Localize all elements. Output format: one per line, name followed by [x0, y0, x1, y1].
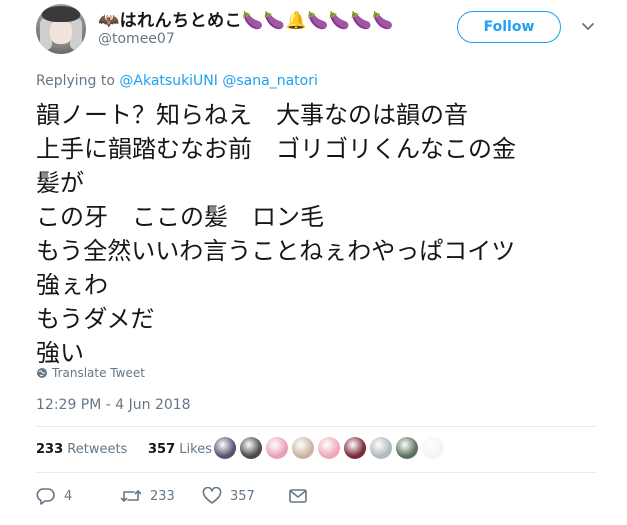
like-count: 357: [230, 488, 255, 504]
liker-avatar[interactable]: [214, 437, 236, 459]
mention-akatsukiuni[interactable]: @AkatsukiUNI: [119, 73, 218, 89]
tweet-line: 髪が: [36, 169, 84, 197]
chevron-down-icon[interactable]: [578, 16, 598, 36]
liker-avatars: [214, 437, 444, 459]
reply-icon: [36, 488, 55, 505]
liker-avatar[interactable]: [240, 437, 262, 459]
avatar[interactable]: [36, 4, 86, 54]
retweet-count: 233: [150, 488, 175, 504]
tweet-line: もう全然いいわ言うことねぇわやっぱコイツ: [36, 237, 516, 265]
author-handle[interactable]: @tomee07: [98, 31, 175, 47]
envelope-icon: [289, 489, 307, 503]
engagement-stats: 233 Retweets 357 Likes: [36, 442, 212, 457]
tweet-line: 強ぇわ: [36, 271, 108, 299]
tweet-line: 韻ノート？知らねえ 大事なのは韻の音: [36, 101, 468, 129]
likes-label: Likes: [179, 442, 212, 457]
tweet-line: 強い: [36, 339, 84, 367]
tweet-actions: 4 233 357: [36, 487, 308, 505]
liker-avatar[interactable]: [422, 437, 444, 459]
replying-to-label: Replying to: [36, 73, 115, 89]
likes-stat[interactable]: 357 Likes: [148, 442, 212, 457]
direct-message-button[interactable]: [288, 488, 308, 504]
retweets-count: 233: [36, 442, 64, 457]
tweet-line: 上手に韻踏むなお前 ゴリゴリくんなこの金: [36, 135, 516, 163]
follow-button[interactable]: Follow: [457, 11, 561, 43]
tweet-timestamp[interactable]: 12:29 PM - 4 Jun 2018: [36, 397, 191, 413]
liker-avatar[interactable]: [292, 437, 314, 459]
heart-icon: [202, 487, 222, 504]
likes-count: 357: [148, 442, 176, 457]
translate-label[interactable]: Translate Tweet: [52, 366, 145, 380]
reply-button[interactable]: 4: [36, 487, 120, 505]
retweets-label: Retweets: [67, 442, 128, 457]
globe-icon: [37, 368, 47, 378]
liker-avatar[interactable]: [370, 437, 392, 459]
tweet-text: 韻ノート？知らねえ 大事なのは韻の音 上手に韻踏むなお前 ゴリゴリくんなこの金 …: [36, 98, 596, 370]
author-display-name[interactable]: 🦇はれんちとめこ🍆🍆🔔🍆🍆🍆🍆: [98, 6, 394, 31]
replying-to: Replying to @AkatsukiUNI @sana_natori: [36, 73, 318, 89]
tweet-line: この牙 ここの髪 ロン毛: [36, 203, 324, 231]
liker-avatar[interactable]: [318, 437, 340, 459]
divider: [36, 472, 596, 473]
divider: [36, 426, 596, 427]
tweet-line: もうダメだ: [36, 305, 155, 333]
liker-avatar[interactable]: [396, 437, 418, 459]
retweet-button[interactable]: 233: [120, 487, 202, 505]
mention-sana-natori[interactable]: @sana_natori: [222, 73, 317, 89]
reply-count: 4: [64, 488, 73, 504]
liker-avatar[interactable]: [266, 437, 288, 459]
retweets-stat[interactable]: 233 Retweets: [36, 442, 127, 457]
like-button[interactable]: 357: [202, 487, 288, 505]
translate-tweet-link[interactable]: Translate Tweet: [36, 366, 145, 380]
retweet-icon: [120, 490, 142, 502]
liker-avatar[interactable]: [344, 437, 366, 459]
